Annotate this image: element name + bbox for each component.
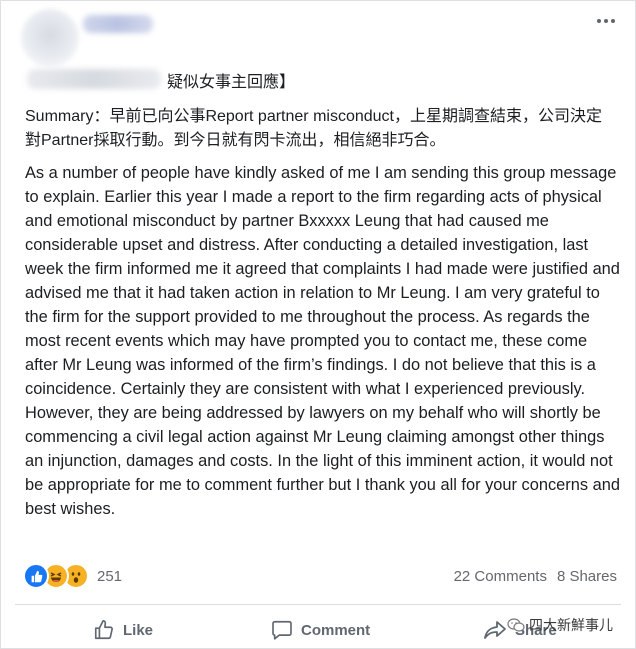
shares-count-link[interactable]: 8 Shares [557, 568, 617, 585]
watermark-text: 四大新鮮事儿 [529, 617, 613, 633]
post-stats: 22 Comments 8 Shares [454, 568, 617, 585]
like-icon [23, 563, 49, 589]
like-button-label: Like [123, 621, 154, 639]
comment-button[interactable]: Comment [271, 613, 370, 647]
more-options-icon[interactable] [597, 15, 619, 27]
post-summary: Summary：早前已向公事Report partner misconduct，… [25, 108, 602, 149]
post-card: 疑似女事主回應】 Summary：早前已向公事Report partner mi… [0, 0, 636, 649]
reaction-summary[interactable]: 251 [23, 563, 122, 589]
reaction-count[interactable]: 251 [97, 568, 122, 585]
like-button[interactable]: Like [93, 613, 153, 647]
share-arrow-icon [484, 621, 506, 639]
title-redacted [27, 69, 161, 89]
comment-button-label: Comment [301, 621, 371, 639]
thumbs-up-icon [94, 620, 113, 640]
comments-count-link[interactable]: 22 Comments [454, 568, 547, 585]
post-title: 疑似女事主回應】 [167, 74, 296, 91]
post-body: As a number of people have kindly asked … [25, 164, 620, 518]
divider [15, 604, 621, 605]
author-name-redacted[interactable] [83, 15, 153, 33]
comment-icon [272, 620, 292, 640]
avatar[interactable] [21, 9, 79, 67]
wechat-icon [507, 618, 525, 632]
watermark: 四大新鮮事儿 [507, 615, 613, 635]
